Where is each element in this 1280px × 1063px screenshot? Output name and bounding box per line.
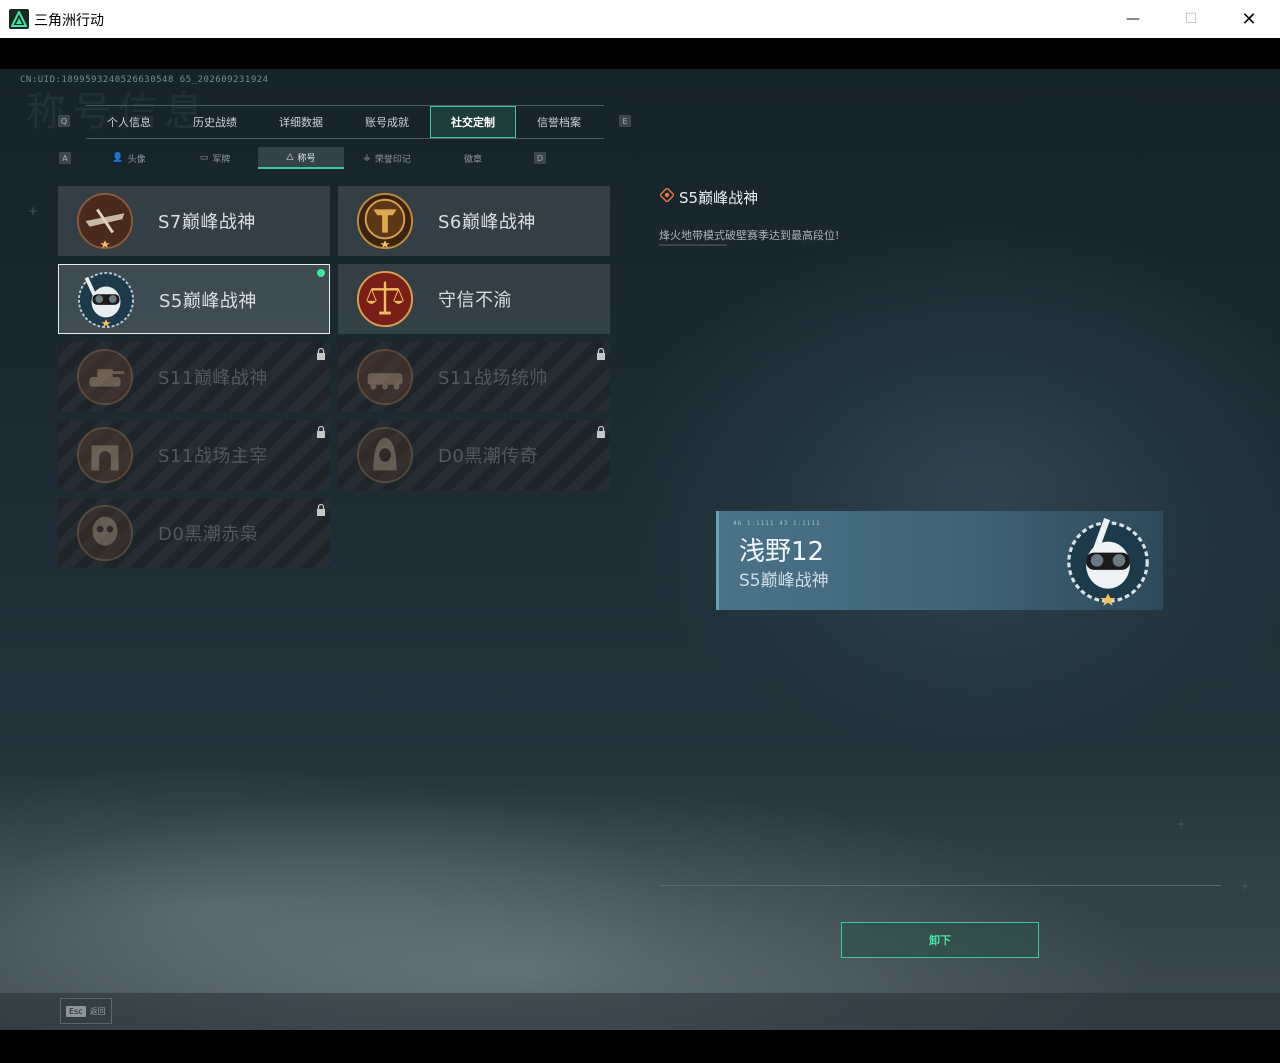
hooded-medal-icon xyxy=(356,426,414,484)
sub-tabs: 👤 头像 ▭ 军牌 △ 称号 ⚶ 荣誉印记 徽章 xyxy=(86,147,516,169)
main-tabs: 个人信息 历史战绩 详细数据 账号成就 社交定制 信誉档案 xyxy=(86,105,604,139)
crossbow-medal-icon xyxy=(76,192,134,250)
title-name: S11巅峰战神 xyxy=(158,368,268,389)
title-card[interactable]: S11战场统帅 xyxy=(338,342,610,412)
diver-skull-medal-icon xyxy=(77,271,135,329)
lock-icon xyxy=(317,504,325,516)
wings-icon: ⚶ xyxy=(363,153,371,163)
tab-achievements[interactable]: 账号成就 xyxy=(344,106,430,138)
detail-title: S5巅峰战神 xyxy=(679,189,759,207)
skull-medal-icon xyxy=(76,504,134,562)
divider xyxy=(659,244,727,246)
tab-personal-info[interactable]: 个人信息 xyxy=(86,106,172,138)
lock-icon xyxy=(597,426,605,438)
maximize-button[interactable]: ☐ xyxy=(1162,0,1220,38)
preview-title: S5巅峰战神 xyxy=(739,571,829,591)
divider xyxy=(659,885,1221,886)
tag-icon: ▭ xyxy=(199,153,209,163)
title-name: S11战场主宰 xyxy=(158,446,268,467)
subtab-badge[interactable]: 徽章 xyxy=(430,147,516,169)
subtab-dogtag[interactable]: ▭ 军牌 xyxy=(172,147,258,169)
scales-medal-icon xyxy=(356,270,414,328)
footer-bar xyxy=(0,993,1280,1030)
equipped-indicator xyxy=(317,269,325,277)
lock-icon xyxy=(317,426,325,438)
tab-detailed-data[interactable]: 详细数据 xyxy=(258,106,344,138)
game-viewport: 称号信息 CN:UID:1899593240526630548 65_20260… xyxy=(0,69,1280,1030)
title-name: S6巅峰战神 xyxy=(438,212,536,233)
back-button[interactable]: Esc 返回 xyxy=(60,998,112,1024)
window-titlebar: 三角洲行动 — ☐ ✕ xyxy=(0,0,1280,38)
app-logo-icon xyxy=(9,9,29,29)
title-name: D0黑潮传奇 xyxy=(438,446,539,467)
tab-credit-record[interactable]: 信誉档案 xyxy=(516,106,602,138)
diver-skull-medal-icon xyxy=(1067,518,1149,606)
apc-medal-icon xyxy=(356,348,414,406)
subtab-prev-key-hint[interactable]: A xyxy=(59,152,71,164)
title-name: S7巅峰战神 xyxy=(158,212,256,233)
title-name: S11战场统帅 xyxy=(438,368,548,389)
title-card[interactable]: D0黑潮传奇 xyxy=(338,420,610,490)
crosshair-decoration: + xyxy=(1240,879,1251,893)
title-card[interactable]: 守信不渝 xyxy=(338,264,610,334)
title-card[interactable]: S5巅峰战神 xyxy=(58,264,330,334)
crosshair-decoration: + xyxy=(1176,817,1187,831)
minimize-button[interactable]: — xyxy=(1104,0,1162,38)
t-emblem-medal-icon xyxy=(356,192,414,250)
title-name: S5巅峰战神 xyxy=(159,291,257,312)
lock-icon xyxy=(597,348,605,360)
tab-next-key-hint[interactable]: E xyxy=(619,115,631,127)
preview-player-name: 浅野12 xyxy=(739,537,825,567)
subtab-next-key-hint[interactable]: D xyxy=(534,152,546,164)
title-card[interactable]: S6巅峰战神 xyxy=(338,186,610,256)
player-uid: CN:UID:1899593240526630548 65_2026092319… xyxy=(20,75,269,85)
subtab-avatar[interactable]: 👤 头像 xyxy=(86,147,172,169)
tank-medal-icon xyxy=(76,348,134,406)
letterbox-bottom xyxy=(0,1030,1280,1063)
preview-codes: 46 1:1111 43 1:1111 xyxy=(733,520,821,527)
triangle-icon: △ xyxy=(286,152,294,162)
subtab-title[interactable]: △ 称号 xyxy=(258,147,344,169)
title-card[interactable]: S11战场主宰 xyxy=(58,420,330,490)
diamond-target-icon xyxy=(660,188,674,202)
title-name: 守信不渝 xyxy=(438,290,512,311)
detail-description: 烽火地带模式破壁赛季达到最高段位! xyxy=(659,229,840,242)
esc-key: Esc xyxy=(66,1005,86,1017)
unequip-button[interactable]: 卸下 xyxy=(841,922,1039,958)
back-label: 返回 xyxy=(89,1006,106,1016)
nameplate-preview: 46 1:1111 43 1:1111 浅野12 S5巅峰战神 xyxy=(716,511,1163,610)
window-title: 三角洲行动 xyxy=(34,13,104,29)
tab-prev-key-hint[interactable]: Q xyxy=(58,115,70,127)
tab-social-custom[interactable]: 社交定制 xyxy=(430,106,516,138)
subtab-honor-mark[interactable]: ⚶ 荣誉印记 xyxy=(344,147,430,169)
title-card[interactable]: S11巅峰战神 xyxy=(58,342,330,412)
title-card[interactable]: D0黑潮赤枭 xyxy=(58,498,330,568)
tab-history[interactable]: 历史战绩 xyxy=(172,106,258,138)
title-name: D0黑潮赤枭 xyxy=(158,524,259,545)
lock-icon xyxy=(317,348,325,360)
crosshair-decoration: + xyxy=(28,204,39,218)
person-icon: 👤 xyxy=(112,153,124,163)
arch-medal-icon xyxy=(76,426,134,484)
title-card[interactable]: S7巅峰战神 xyxy=(58,186,330,256)
letterbox-top xyxy=(0,38,1280,69)
close-button[interactable]: ✕ xyxy=(1220,0,1278,38)
